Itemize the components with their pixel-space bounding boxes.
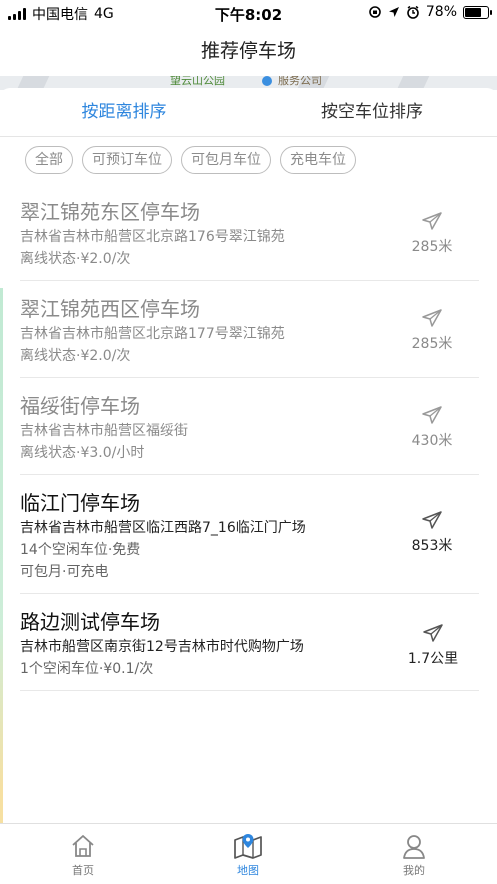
battery-fill	[465, 7, 481, 17]
parking-features: 可包月·可充电	[20, 564, 109, 580]
filter-all[interactable]: 全部	[25, 146, 73, 174]
navigate-arrow-icon	[422, 511, 442, 529]
distance-label: 1.7公里	[407, 651, 459, 667]
status-bar: 中国电信 4G 下午8:02 78%	[0, 0, 497, 26]
parking-list-item[interactable]: 路边测试停车场 吉林市船营区南京街12号吉林市时代购物广场 1个空闲车位·¥0.…	[20, 594, 479, 691]
bottom-tab-bar: 首页 地图 我的	[0, 823, 497, 884]
bottom-tab-home[interactable]: 首页	[43, 832, 123, 878]
parking-list-item[interactable]: 翠江锦苑东区停车场 吉林省吉林市船营区北京路176号翠江锦苑 离线状态·¥2.0…	[20, 184, 479, 281]
map-marker-icon	[262, 76, 272, 86]
map-label-park: 望云山公园	[170, 76, 225, 87]
sheet-edge-decoration	[0, 288, 3, 848]
navigate-arrow-icon	[422, 406, 442, 424]
parking-list: 翠江锦苑东区停车场 吉林省吉林市船营区北京路176号翠江锦苑 离线状态·¥2.0…	[20, 184, 479, 691]
status-right: 78%	[368, 4, 492, 20]
user-icon	[403, 835, 425, 859]
distance-block[interactable]: 430米	[397, 406, 467, 450]
map-label-company: 服务公司	[278, 76, 322, 87]
distance-block[interactable]: 285米	[397, 212, 467, 256]
parking-list-item[interactable]: 临江门停车场 吉林省吉林市船营区临江西路7_16临江门广场 14个空闲车位·免费…	[20, 475, 479, 594]
navigate-arrow-icon	[422, 309, 442, 327]
filter-charging[interactable]: 充电车位	[280, 146, 356, 174]
parking-sheet: 按距离排序 按空车位排序 全部 可预订车位 可包月车位 充电车位 翠江锦苑东区停…	[0, 88, 497, 848]
battery-percent: 78%	[425, 4, 457, 20]
bottom-tab-label: 首页	[72, 864, 94, 877]
filter-monthly[interactable]: 可包月车位	[181, 146, 271, 174]
parking-list-item[interactable]: 翠江锦苑西区停车场 吉林省吉林市船营区北京路177号翠江锦苑 离线状态·¥2.0…	[20, 281, 479, 378]
filter-chips: 全部 可预订车位 可包月车位 充电车位	[25, 146, 356, 174]
home-icon	[72, 835, 94, 857]
page-title: 推荐停车场	[200, 40, 296, 62]
distance-block[interactable]: 285米	[397, 309, 467, 353]
bottom-tab-map[interactable]: 地图	[208, 832, 288, 878]
map-icon	[234, 834, 262, 859]
distance-label: 853米	[411, 538, 453, 554]
filter-reservable[interactable]: 可预订车位	[82, 146, 172, 174]
bottom-tab-label: 地图	[237, 864, 259, 877]
tab-sort-free-spaces[interactable]: 按空车位排序	[248, 88, 496, 136]
location-arrow-icon	[388, 7, 399, 17]
navigate-arrow-icon	[423, 624, 443, 642]
bottom-tab-me[interactable]: 我的	[374, 832, 454, 878]
distance-label: 285米	[411, 239, 453, 255]
orientation-lock-icon	[369, 6, 381, 18]
tab-sort-distance[interactable]: 按距离排序	[0, 88, 248, 136]
distance-label: 430米	[411, 433, 453, 449]
sort-tabs: 按距离排序 按空车位排序	[0, 88, 497, 137]
parking-list-item[interactable]: 福绥街停车场 吉林省吉林市船营区福绥街 离线状态·¥3.0/小时 430米	[20, 378, 479, 475]
distance-block[interactable]: 853米	[397, 511, 467, 555]
navigate-arrow-icon	[422, 212, 442, 230]
alarm-icon	[407, 5, 419, 19]
battery-icon	[463, 5, 492, 19]
distance-block[interactable]: 1.7公里	[393, 624, 473, 668]
bottom-tab-label: 我的	[403, 864, 425, 877]
distance-label: 285米	[411, 336, 453, 352]
